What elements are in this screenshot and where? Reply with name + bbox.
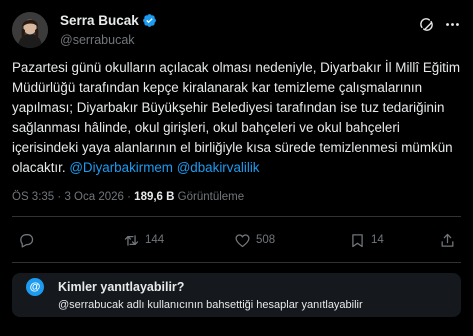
meta-separator: · xyxy=(127,191,131,203)
bookmark-count: 14 xyxy=(371,234,384,246)
meta-separator: · xyxy=(57,191,62,203)
author-name-row: Serra Bucak xyxy=(60,13,157,28)
heart-icon xyxy=(235,233,250,247)
reply-restriction-title: Kimler yanıtlayabilir? xyxy=(58,280,185,294)
tweet-date[interactable]: 3 Oca 2026 xyxy=(64,191,123,203)
tweet-meta: ÖS 3:35 · 3 Oca 2026 · 189,6 B Görüntüle… xyxy=(12,191,244,203)
share-button[interactable] xyxy=(439,228,456,252)
mention-link[interactable]: @dbakirvalilik xyxy=(177,160,260,175)
reply-button[interactable] xyxy=(18,228,40,252)
bookmark-icon xyxy=(352,233,363,247)
grok-icon[interactable] xyxy=(418,16,435,33)
tweet-header: Serra Bucak @serrabucak xyxy=(12,10,461,50)
retweet-count: 144 xyxy=(145,234,165,246)
divider xyxy=(12,216,461,217)
author-handle[interactable]: @serrabucak xyxy=(60,33,135,47)
at-sign-icon: @ xyxy=(26,278,44,296)
views-label: Görüntüleme xyxy=(177,191,245,203)
like-button[interactable]: 508 xyxy=(234,228,275,252)
more-options-icon[interactable] xyxy=(444,16,461,33)
views-count: 189,6 B xyxy=(134,191,175,203)
bookmark-button[interactable]: 14 xyxy=(349,228,384,252)
share-icon xyxy=(441,233,454,247)
avatar[interactable] xyxy=(12,12,48,48)
mention-link[interactable]: @Diyarbakirmem xyxy=(69,160,173,175)
reply-restriction-description: @serrabucak adlı kullanıcının bahsettiği… xyxy=(58,299,363,311)
author-display-name[interactable]: Serra Bucak xyxy=(60,13,139,28)
tweet-text: Pazartesi günü okulların açılacak olması… xyxy=(12,60,461,175)
verified-badge-icon xyxy=(142,14,156,27)
divider xyxy=(12,262,461,263)
tweet-time[interactable]: ÖS 3:35 xyxy=(12,191,54,203)
action-bar: 144 508 14 xyxy=(12,228,461,252)
retweet-button[interactable]: 144 xyxy=(123,228,164,252)
like-count: 508 xyxy=(256,234,276,246)
tweet-body: Pazartesi günü okulların açılacak olması… xyxy=(12,58,464,178)
retweet-icon xyxy=(124,234,139,246)
reply-icon xyxy=(20,233,34,248)
reply-restriction-notice: @ Kimler yanıtlayabilir? @serrabucak adl… xyxy=(12,273,461,317)
